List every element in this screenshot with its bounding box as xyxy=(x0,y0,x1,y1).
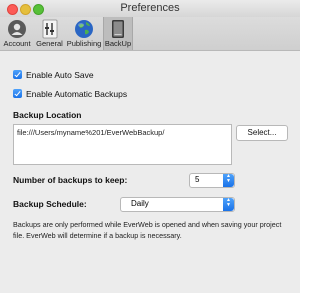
tab-publishing-label: Publishing xyxy=(66,39,102,48)
window-title: Preferences xyxy=(120,2,180,14)
backups-to-keep-label: Number of backups to keep: xyxy=(13,175,128,185)
preferences-toolbar: Account General Publishing BackUp xyxy=(0,17,300,51)
tab-general[interactable]: General xyxy=(34,17,65,50)
title-bar: Preferences xyxy=(0,0,300,17)
backup-location-heading: Backup Location xyxy=(13,110,82,120)
backup-note: Backups are only performed while EverWeb… xyxy=(13,220,282,240)
tab-account[interactable]: Account xyxy=(2,17,32,50)
globe-icon xyxy=(74,19,94,39)
auto-backups-checkbox[interactable] xyxy=(13,89,22,98)
backup-device-icon xyxy=(108,19,128,39)
tab-general-label: General xyxy=(36,39,63,48)
select-location-button[interactable]: Select... xyxy=(236,125,288,141)
stepper-arrows-icon[interactable]: ▲ ▼ xyxy=(223,174,234,187)
auto-backups-label: Enable Automatic Backups xyxy=(26,89,128,99)
auto-save-checkbox[interactable] xyxy=(13,70,22,79)
backup-location-field[interactable]: file:///Users/myname%201/EverWebBackup/ xyxy=(13,124,232,165)
backup-location-path: file:///Users/myname%201/EverWebBackup/ xyxy=(17,128,165,137)
tab-backup[interactable]: BackUp xyxy=(103,17,133,50)
backups-to-keep-stepper[interactable]: 5 ▲ ▼ xyxy=(189,173,235,188)
popup-arrows-icon: ▲ ▼ xyxy=(223,198,234,211)
auto-save-label: Enable Auto Save xyxy=(26,70,94,80)
backups-to-keep-value: 5 xyxy=(195,175,200,184)
general-icon xyxy=(40,19,60,39)
backup-schedule-value: Daily xyxy=(131,199,149,208)
tab-backup-label: BackUp xyxy=(104,39,132,48)
tab-publishing[interactable]: Publishing xyxy=(66,17,102,50)
backup-schedule-label: Backup Schedule: xyxy=(13,199,87,209)
preferences-window: Preferences Account General Publishing B… xyxy=(0,0,300,293)
tab-account-label: Account xyxy=(3,39,31,48)
backup-schedule-select[interactable]: Daily ▲ ▼ xyxy=(120,197,235,212)
account-icon xyxy=(7,19,27,39)
